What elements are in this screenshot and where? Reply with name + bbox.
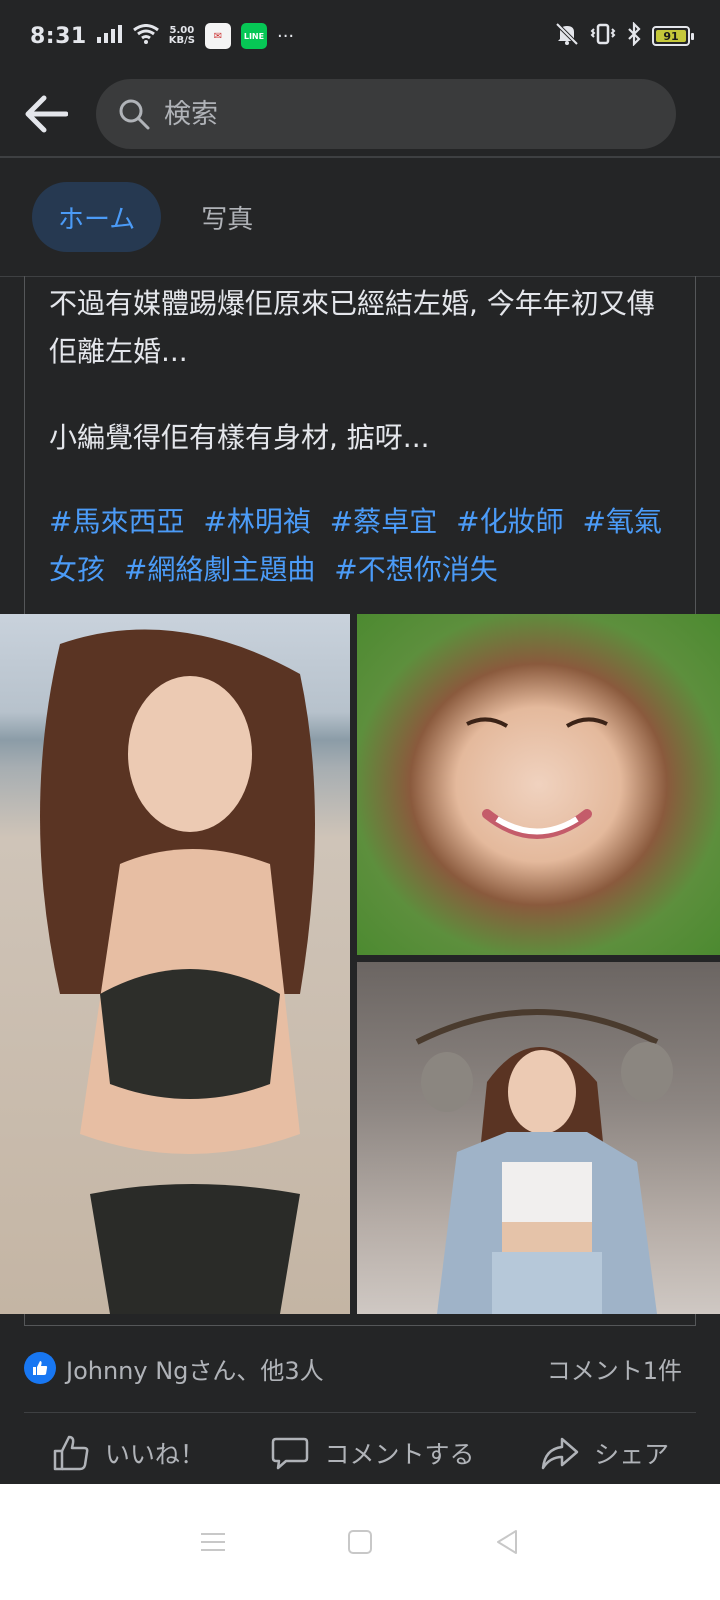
- post-actions: いいね！ コメントする シェア: [0, 1420, 720, 1486]
- arrow-left-icon: [25, 95, 68, 133]
- reactions-summary[interactable]: Johnny Ngさん、他3人: [24, 1351, 324, 1386]
- post-paragraph: 不過有媒體踢爆佢原來已經結左婚, 今年年初又傳佢離左婚...: [49, 287, 655, 368]
- more-notifications-icon: ···: [276, 25, 295, 47]
- reactions-row: Johnny Ngさん、他3人 コメント1件: [24, 1340, 682, 1396]
- shared-post-content: 不過有媒體踢爆佢原來已經結左婚, 今年年初又傳佢離左婚... 小編覺得佢有樣有身…: [24, 276, 696, 614]
- status-bar: 8:31 5.00 KB/S ✉ LINE ··· 91: [0, 0, 720, 72]
- thumbs-up-icon: [53, 1435, 89, 1471]
- search-icon: [119, 99, 150, 130]
- tab-home[interactable]: ホーム: [32, 182, 162, 252]
- share-label: シェア: [594, 1440, 670, 1469]
- network-speed: 5.00 KB/S: [168, 25, 195, 46]
- tab-bar: ホーム 写真: [0, 158, 720, 276]
- like-reaction-icon: [24, 1352, 56, 1384]
- shared-post-border: [24, 1314, 696, 1326]
- signal-icon: [96, 25, 123, 47]
- search-header: [0, 72, 720, 156]
- hashtag-link[interactable]: #不想你消失: [334, 553, 497, 586]
- post-paragraph: 小編覺得佢有樣有身材, 掂呀...: [49, 421, 430, 454]
- bluetooth-icon: [626, 21, 642, 50]
- battery-percent: 91: [663, 29, 679, 43]
- smile-silhouette: [466, 717, 608, 839]
- hashtag-list: #馬來西亞 #林明禎 #蔡卓宜 #化妝師 #氧氣女孩 #網絡劇主題曲 #不想你消…: [49, 498, 671, 594]
- photo-portrait[interactable]: [357, 614, 720, 955]
- hashtag-link[interactable]: #蔡卓宜: [330, 505, 437, 538]
- system-nav-bar: [0, 1484, 720, 1600]
- photo-grid: [0, 614, 720, 1314]
- reactions-divider: [24, 1412, 696, 1413]
- search-input[interactable]: [164, 98, 644, 130]
- like-label: いいね！: [104, 1440, 205, 1469]
- hashtag-link[interactable]: #化妝師: [456, 505, 563, 538]
- hashtag-link[interactable]: #網絡劇主題曲: [124, 553, 315, 586]
- photo-beach[interactable]: [0, 614, 350, 1314]
- person-silhouette: [415, 1009, 673, 1314]
- hashtag-link[interactable]: #林明禎: [203, 505, 310, 538]
- comment-button[interactable]: コメントする: [270, 1433, 474, 1473]
- line-app-icon: LINE: [240, 23, 267, 49]
- back-triangle-icon: [496, 1530, 517, 1554]
- back-nav-button[interactable]: [487, 1522, 527, 1562]
- wifi-icon: [132, 24, 159, 48]
- person-silhouette: [40, 629, 315, 1314]
- comment-count-link[interactable]: コメント1件: [547, 1351, 682, 1386]
- tab-photos[interactable]: 写真: [201, 182, 253, 252]
- comment-label: コメントする: [324, 1440, 475, 1469]
- share-icon: [541, 1437, 579, 1470]
- share-button[interactable]: シェア: [540, 1433, 669, 1473]
- vibrate-icon: [590, 22, 616, 50]
- back-button[interactable]: [22, 90, 70, 138]
- app-notification-icon: ✉: [204, 23, 231, 49]
- reactions-text: Johnny Ngさん、他3人: [66, 1356, 324, 1385]
- search-box[interactable]: [96, 79, 676, 149]
- home-nav-button[interactable]: [340, 1522, 380, 1562]
- mute-bell-icon: [554, 22, 580, 50]
- battery-icon: 91: [652, 26, 694, 46]
- comment-icon: [272, 1437, 309, 1470]
- menu-nav-button[interactable]: [193, 1522, 233, 1562]
- like-button[interactable]: いいね！: [51, 1433, 205, 1473]
- menu-icon: [201, 1533, 226, 1551]
- hashtag-link[interactable]: #馬來西亞: [49, 505, 184, 538]
- home-square-icon: [347, 1530, 372, 1554]
- clock: 8:31: [30, 23, 87, 49]
- photo-street[interactable]: [357, 962, 720, 1314]
